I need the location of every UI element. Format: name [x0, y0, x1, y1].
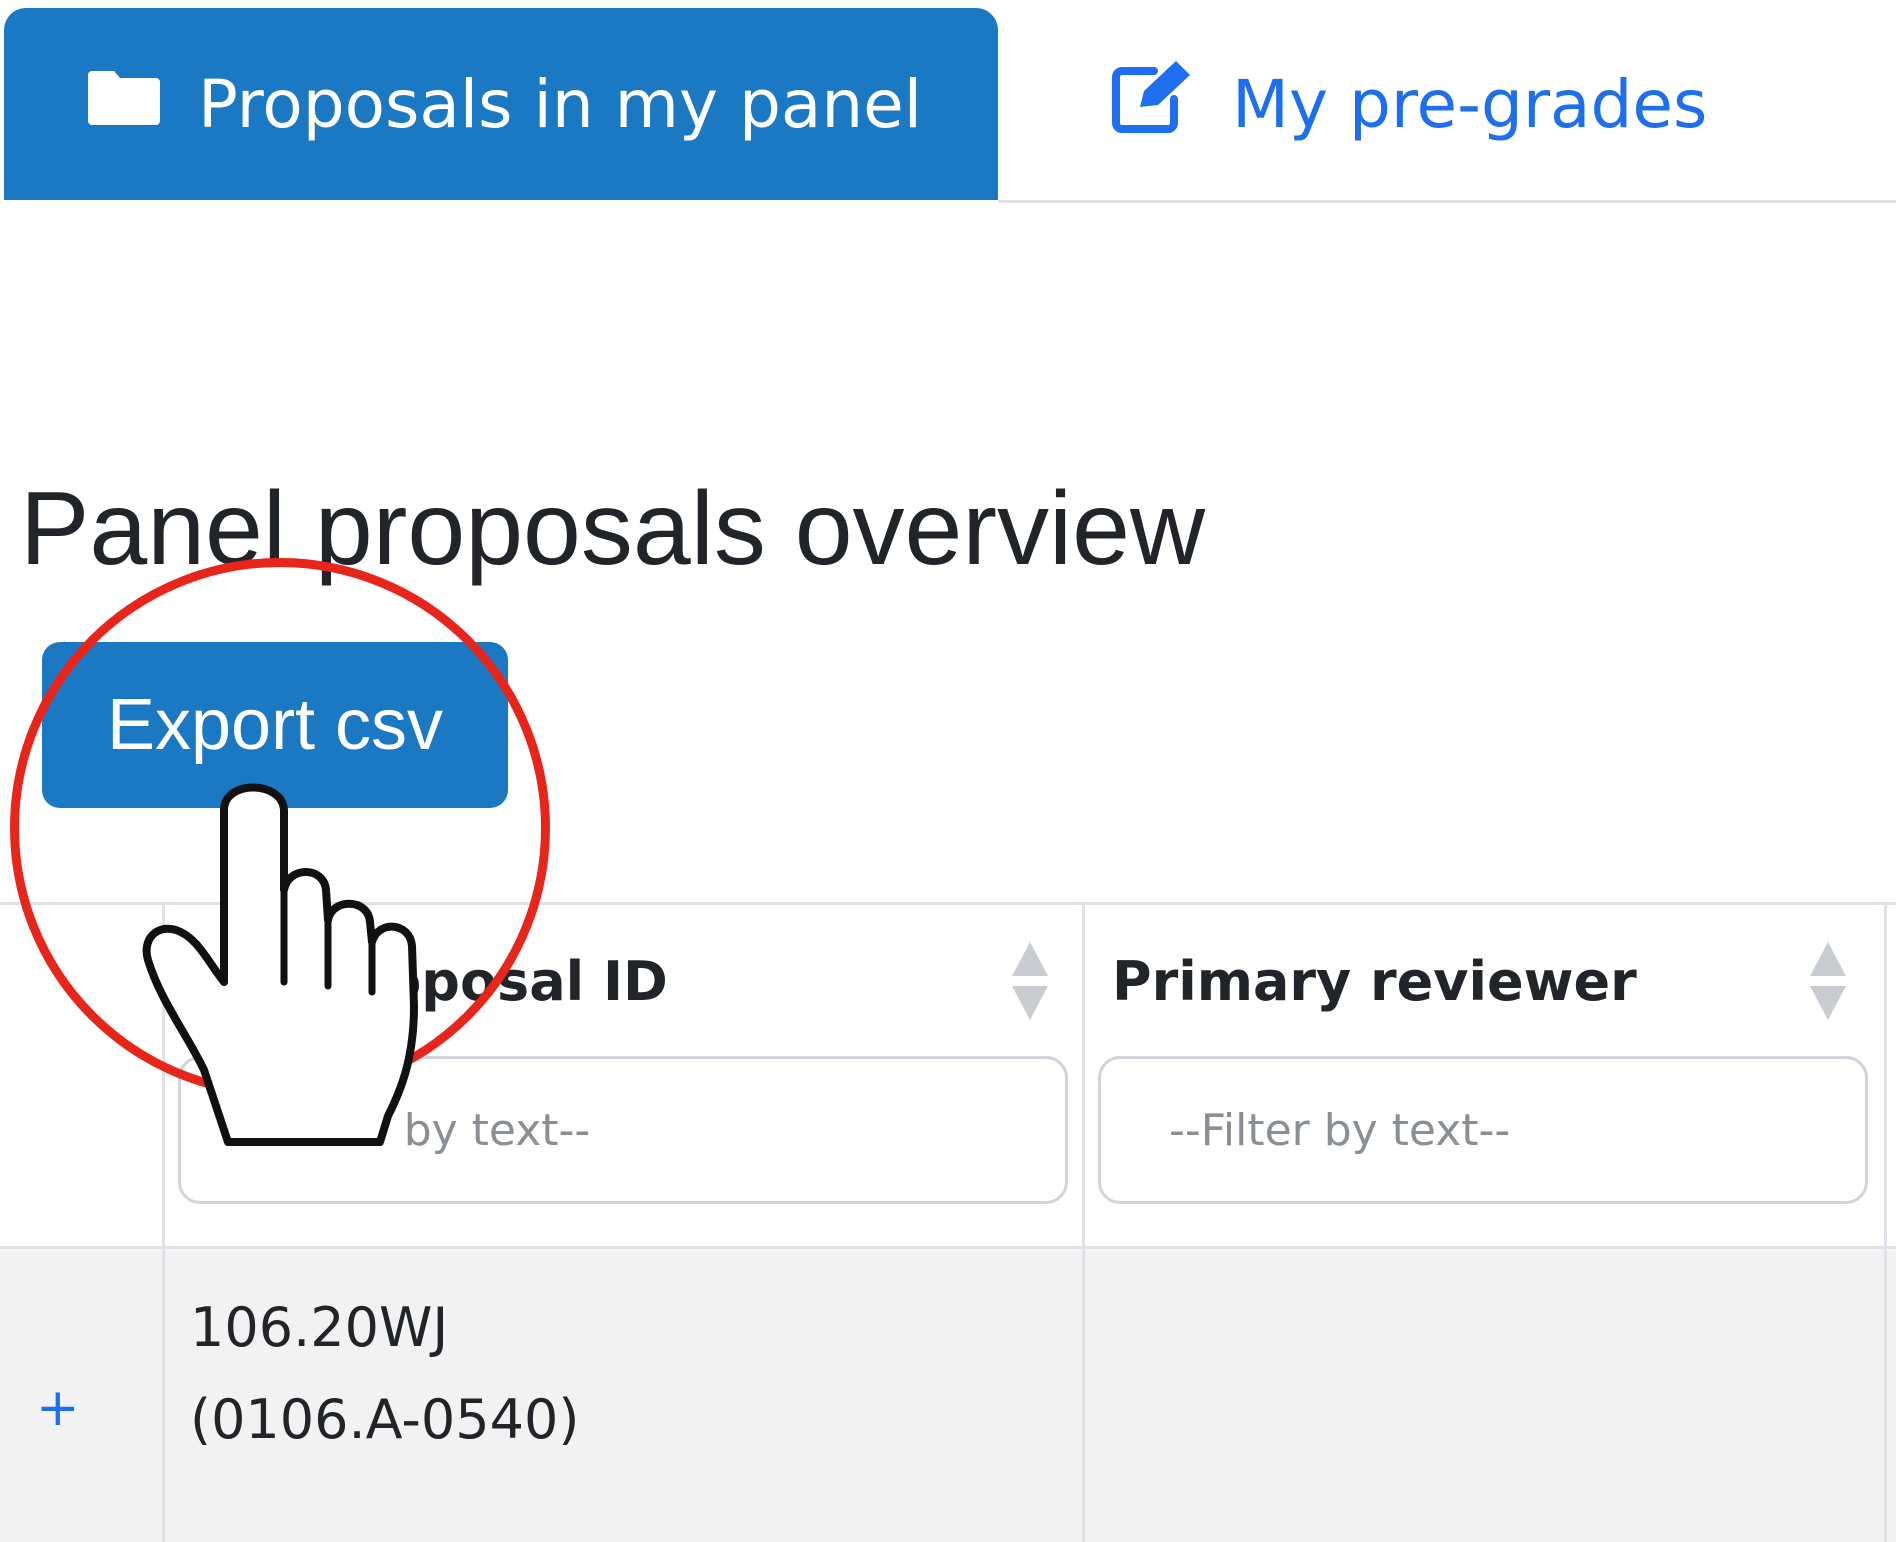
column-divider — [162, 902, 165, 1542]
proposals-table: Proposal ID Primary reviewer + 106.20WJ … — [0, 902, 1896, 1542]
tab-my-pre-grades[interactable]: My pre-grades — [1110, 8, 1707, 200]
edit-icon — [1110, 57, 1196, 151]
table-top-border — [0, 902, 1896, 905]
primary-reviewer-filter-input[interactable] — [1098, 1056, 1868, 1204]
tab-bar-divider — [998, 200, 1896, 203]
sort-icon[interactable] — [1010, 940, 1050, 1022]
tab-label: Proposals in my panel — [198, 65, 923, 143]
page: Proposals in my panel My pre-grades Pane… — [0, 0, 1896, 1542]
row-expand-toggle[interactable]: + — [36, 1382, 80, 1434]
column-divider — [1884, 902, 1887, 1542]
proposal-id-cell: 106.20WJ (0106.A-0540) — [190, 1282, 579, 1466]
column-divider — [1082, 902, 1085, 1542]
proposal-id-subtext: (0106.A-0540) — [190, 1388, 580, 1451]
page-title: Panel proposals overview — [20, 471, 1206, 587]
tab-bar: Proposals in my panel My pre-grades — [0, 0, 1896, 203]
column-header-primary-reviewer[interactable]: Primary reviewer — [1112, 950, 1637, 1013]
column-header-proposal-id[interactable]: Proposal ID — [318, 950, 668, 1013]
tab-label: My pre-grades — [1232, 65, 1708, 143]
proposal-id-filter-input[interactable] — [178, 1056, 1068, 1204]
folder-icon — [86, 66, 162, 143]
tab-proposals-in-my-panel[interactable]: Proposals in my panel — [4, 8, 998, 200]
export-csv-button[interactable]: Export csv — [42, 642, 508, 808]
sort-icon[interactable] — [1808, 940, 1848, 1022]
proposal-id-text: 106.20WJ — [190, 1296, 449, 1359]
table-header-border — [0, 1246, 1896, 1249]
